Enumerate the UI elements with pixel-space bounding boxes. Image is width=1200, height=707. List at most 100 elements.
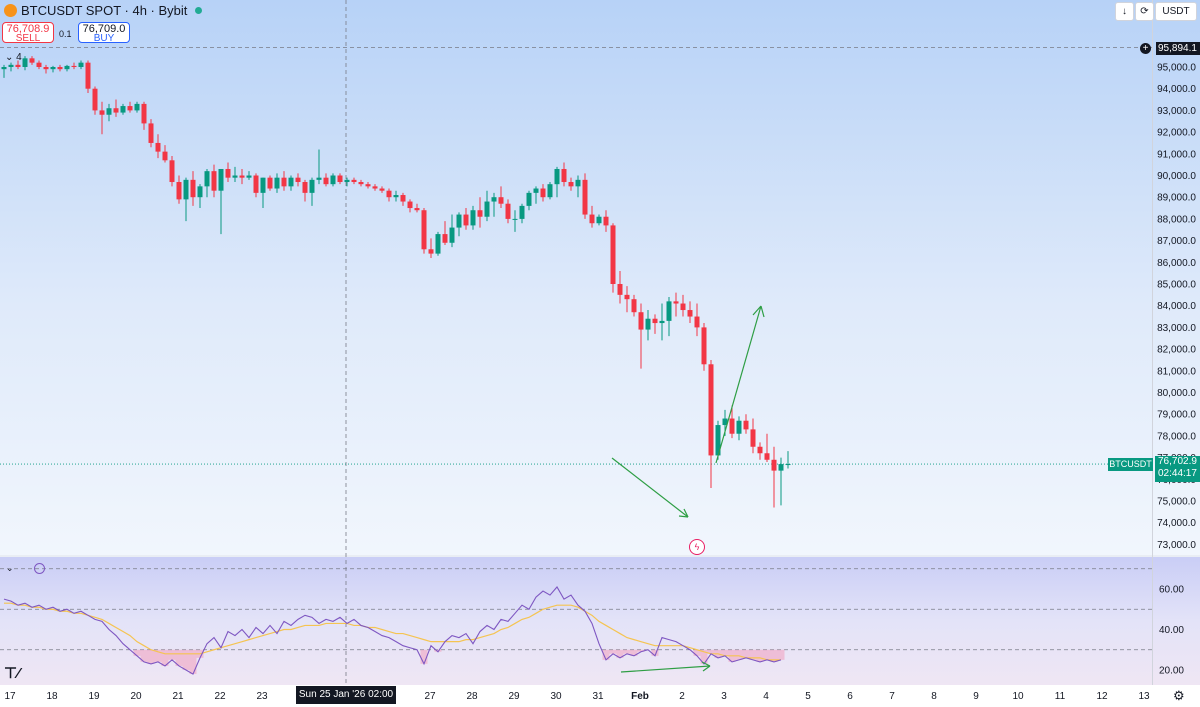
candle [148,119,154,148]
candle [596,214,602,226]
price-tick-label: 85,000.0 [1157,280,1196,291]
candle [29,56,35,65]
buy-button[interactable]: 76,709.0 BUY [78,22,130,44]
rsi-settings-icon[interactable] [34,563,45,574]
candle [582,173,588,219]
time-tick-label: 13 [1138,691,1150,702]
download-button[interactable]: ↓ [1115,2,1134,21]
candle [463,208,469,230]
lightning-event-icon[interactable]: ϟ [689,539,705,555]
candle [505,199,511,224]
candle [372,184,378,191]
time-tick-label: 12 [1096,691,1108,702]
price-tick-label: 75,000.0 [1157,497,1196,508]
candle [554,166,560,198]
price-tick-label: 81,000.0 [1157,366,1196,377]
candle [652,314,658,334]
candle [260,177,266,209]
candle [274,173,280,193]
candle [435,231,441,256]
candle [589,205,595,228]
arrow-down-icon: ↓ [1122,6,1127,17]
candle [393,190,399,202]
candle [36,60,42,70]
symbol-price-tag: BTCUSDT [1108,458,1153,471]
currency-selector[interactable]: USDT [1155,2,1197,21]
tradingview-logo-icon[interactable]: ⊤⁄ [4,664,20,682]
candle [778,457,784,506]
candle [330,173,336,187]
indicator-count: 4 [16,52,22,63]
price-tick-label: 91,000.0 [1157,149,1196,160]
spread-value: 0.1 [59,29,72,39]
candle [666,297,672,337]
symbol-title-text: BTCUSDT SPOT · 4h · Bybit [21,2,188,18]
time-tick-label: 8 [931,691,937,702]
candle [316,149,322,185]
time-tick-label: 21 [172,691,184,702]
candle [71,62,77,70]
candle [407,199,413,213]
indicators-toggle[interactable]: ⌄ 4 [5,52,22,63]
candle [470,205,476,230]
candle [225,162,231,183]
price-tick-label: 78,000.0 [1157,431,1196,442]
price-tick-label: 93,000.0 [1157,106,1196,117]
refresh-button[interactable]: ⟳ [1135,2,1154,21]
candle [8,62,14,72]
candle [561,162,567,187]
candle [218,168,224,235]
candle [659,303,665,341]
symbol-title[interactable]: BTCUSDT SPOT · 4h · Bybit [4,2,203,18]
candles [1,56,791,508]
divergence-line-price [611,457,689,518]
candle [78,60,84,70]
candle [736,416,742,441]
candle [155,134,161,159]
price-tick-label: 88,000.0 [1157,214,1196,225]
candle [421,208,427,254]
candle [169,155,175,187]
rsi-collapse-chevron-icon[interactable]: ⌄ [6,563,14,574]
candle [533,186,539,204]
candle [50,65,56,73]
sell-button[interactable]: 76,708.9 SELL [2,22,54,44]
price-tick-label: 95,000.0 [1157,63,1196,74]
drawings [611,305,765,673]
crosshair-time-label: Sun 25 Jan '26 02:00 [296,686,396,704]
time-tick-label: 17 [4,691,16,702]
time-tick-label: 23 [256,691,268,702]
candle [540,184,546,202]
time-tick-label: 6 [847,691,853,702]
candle [400,192,406,206]
add-alert-plus-icon[interactable]: + [1140,43,1151,54]
time-tick-label: 27 [424,691,436,702]
candle [85,60,91,94]
price-tick-label: 79,000.0 [1157,410,1196,421]
candle [771,446,777,508]
buy-label: BUY [93,33,115,44]
candle [757,442,763,460]
candle [386,188,392,202]
candle [365,182,371,189]
current-price-label: 76,702.9 02:44:17 [1155,456,1200,482]
candle [204,168,210,198]
candle [519,203,525,224]
candle [190,171,196,206]
price-tick-label: 92,000.0 [1157,128,1196,139]
candle [211,164,217,198]
candle [197,184,203,209]
candle [344,177,350,187]
candle [645,310,651,341]
candle [680,294,686,317]
candle [113,99,119,117]
bar-countdown: 02:44:17 [1158,468,1197,479]
gear-icon[interactable]: ⚙ [1173,688,1185,704]
time-tick-label: 9 [973,691,979,702]
price-tick-label: 89,000.0 [1157,193,1196,204]
candle [337,173,343,185]
price-tick-label: 87,000.0 [1157,236,1196,247]
price-tick-label: 90,000.0 [1157,171,1196,182]
candle [127,101,133,113]
chart-canvas[interactable]: 95,000.0 94,000.0 93,000.0 92,000.0 91,000.0… [0,0,1200,707]
